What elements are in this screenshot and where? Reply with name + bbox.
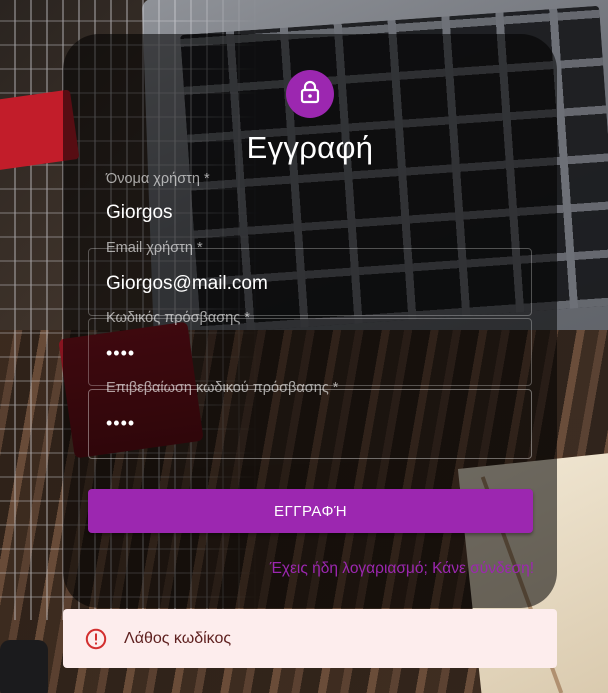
username-input[interactable]: Giorgos xyxy=(106,202,173,224)
error-alert: Λάθος κωδίκος xyxy=(63,609,557,668)
password-input[interactable]: •••• xyxy=(106,343,135,364)
confirm-password-input[interactable]: •••• xyxy=(106,413,135,434)
confirm-password-label: Επιβεβαίωση κωδικού πρόσβασης * xyxy=(106,380,339,396)
password-field-outline[interactable] xyxy=(88,318,532,386)
lock-icon xyxy=(299,80,321,109)
username-label: Όνομα χρήστη * xyxy=(106,171,210,187)
signin-link[interactable]: Έχεις ήδη λογαριασμό; Κάνε σύνδεση! xyxy=(0,560,534,578)
email-input[interactable]: Giorgos@mail.com xyxy=(106,273,268,295)
confirm-password-field-outline[interactable] xyxy=(88,389,532,459)
error-outline-icon xyxy=(85,628,107,650)
alert-message: Λάθος κωδίκος xyxy=(124,629,232,647)
email-label: Email χρήστη * xyxy=(106,240,203,256)
lock-avatar xyxy=(286,70,334,118)
password-label: Κωδικός πρόσβασης * xyxy=(106,310,250,326)
page-title: Εγγραφή xyxy=(246,130,374,165)
cart-wheel-image xyxy=(0,640,48,693)
register-button[interactable]: ΕΓΓΡΑΦΉ xyxy=(88,489,533,533)
